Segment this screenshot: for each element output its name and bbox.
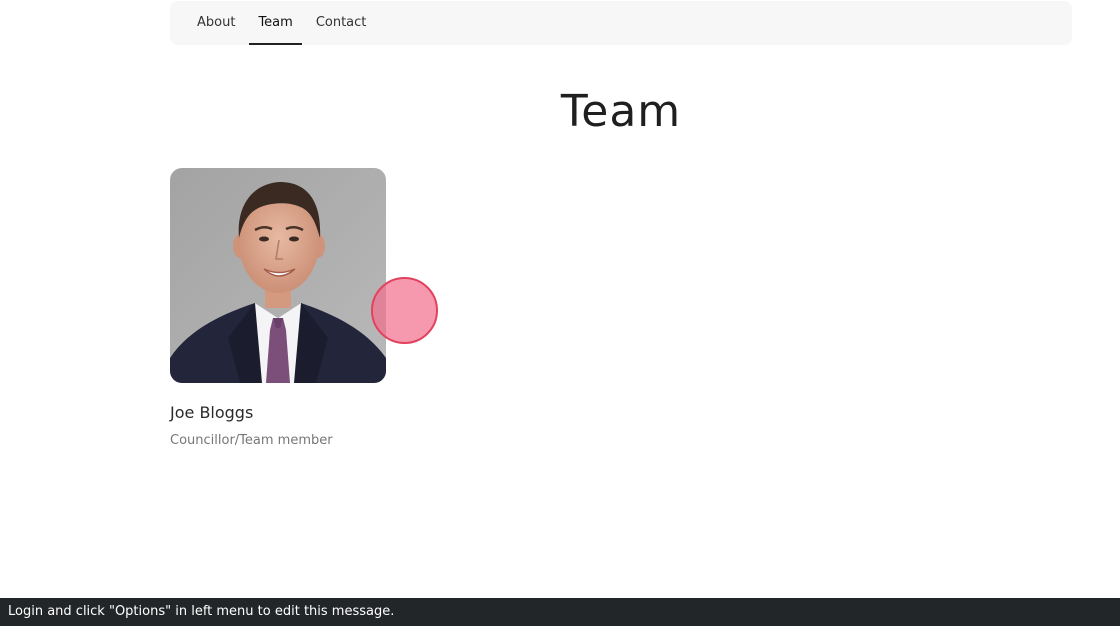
nav-item-team[interactable]: Team (249, 1, 303, 45)
nav-item-contact[interactable]: Contact (307, 1, 376, 45)
page-title: Team (560, 86, 682, 137)
member-photo[interactable] (170, 168, 386, 383)
footer-message-bar: Login and click "Options" in left menu t… (0, 598, 1120, 626)
member-name[interactable]: Joe Bloggs (170, 403, 386, 422)
team-member-card: Joe Bloggs Councillor/Team member (170, 168, 386, 448)
member-role: Councillor/Team member (170, 433, 333, 448)
top-nav: About Team Contact (170, 1, 1072, 45)
nav-item-about[interactable]: About (188, 1, 244, 45)
